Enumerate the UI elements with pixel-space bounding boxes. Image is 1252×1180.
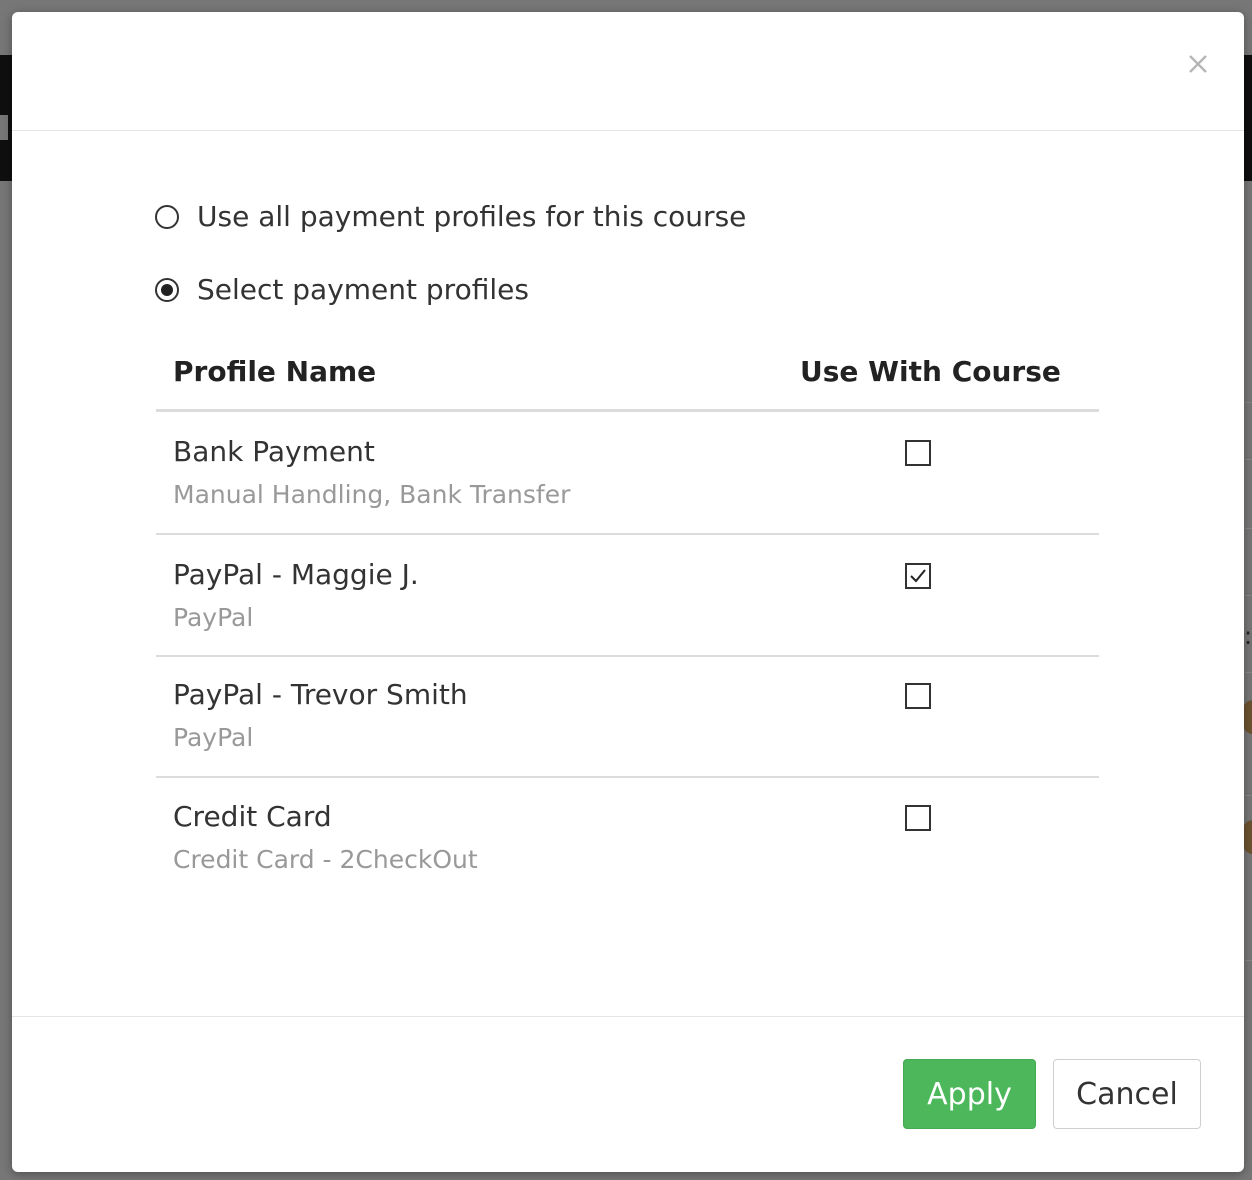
use-all-profiles-radio[interactable]: [155, 205, 179, 229]
profile-type: Manual Handling, Bank Transfer: [173, 480, 571, 509]
backdrop-divider: [1245, 595, 1252, 596]
select-profiles-option[interactable]: Select payment profiles: [155, 274, 529, 306]
use-with-course-checkbox[interactable]: [905, 805, 931, 831]
column-header-profile-name: Profile Name: [173, 355, 377, 388]
use-with-course-checkbox[interactable]: [905, 563, 931, 589]
backdrop-divider: [1245, 960, 1252, 961]
use-with-course-checkbox[interactable]: [905, 683, 931, 709]
table-header: Profile Name Use With Course: [156, 350, 1099, 412]
table-row: Bank Payment Manual Handling, Bank Trans…: [156, 412, 1099, 535]
select-profiles-radio[interactable]: [155, 278, 179, 302]
close-button[interactable]: [1182, 48, 1214, 80]
table-row: PayPal - Maggie J. PayPal: [156, 535, 1099, 657]
use-with-course-checkbox[interactable]: [905, 440, 931, 466]
use-all-profiles-label: Use all payment profiles for this course: [197, 200, 747, 233]
table-row: PayPal - Trevor Smith PayPal: [156, 657, 1099, 778]
modal-footer: Apply Cancel: [12, 1016, 1244, 1173]
profile-type: PayPal: [173, 723, 254, 752]
close-icon: [1189, 55, 1207, 73]
backdrop-divider: [1245, 459, 1252, 460]
use-all-profiles-option[interactable]: Use all payment profiles for this course: [155, 201, 746, 233]
column-header-use-with-course: Use With Course: [800, 355, 1061, 388]
cancel-button[interactable]: Cancel: [1053, 1059, 1201, 1129]
backdrop-divider: [0, 115, 8, 140]
backdrop-badge: [1243, 820, 1252, 854]
profile-name: PayPal - Maggie J.: [173, 558, 419, 591]
profile-name: Bank Payment: [173, 435, 375, 468]
profile-name: Credit Card: [173, 800, 332, 833]
profile-type: PayPal: [173, 603, 254, 632]
profile-name: PayPal - Trevor Smith: [173, 678, 468, 711]
apply-button[interactable]: Apply: [903, 1059, 1036, 1129]
modal-header: [12, 12, 1244, 131]
profile-type: Credit Card - 2CheckOut: [173, 845, 478, 874]
backdrop-divider: [1245, 672, 1252, 673]
payment-profiles-table: Profile Name Use With Course Bank Paymen…: [156, 350, 1099, 898]
backdrop-divider: [1245, 402, 1252, 403]
checkmark-icon: [910, 569, 926, 583]
table-row: Credit Card Credit Card - 2CheckOut: [156, 778, 1099, 898]
backdrop-glyph: :: [1244, 622, 1252, 650]
select-profiles-label: Select payment profiles: [197, 273, 529, 306]
backdrop-badge: [1243, 700, 1252, 734]
backdrop-divider: [1245, 528, 1252, 529]
payment-profiles-modal: Use all payment profiles for this course…: [12, 12, 1244, 1172]
backdrop-divider: [1245, 795, 1252, 796]
